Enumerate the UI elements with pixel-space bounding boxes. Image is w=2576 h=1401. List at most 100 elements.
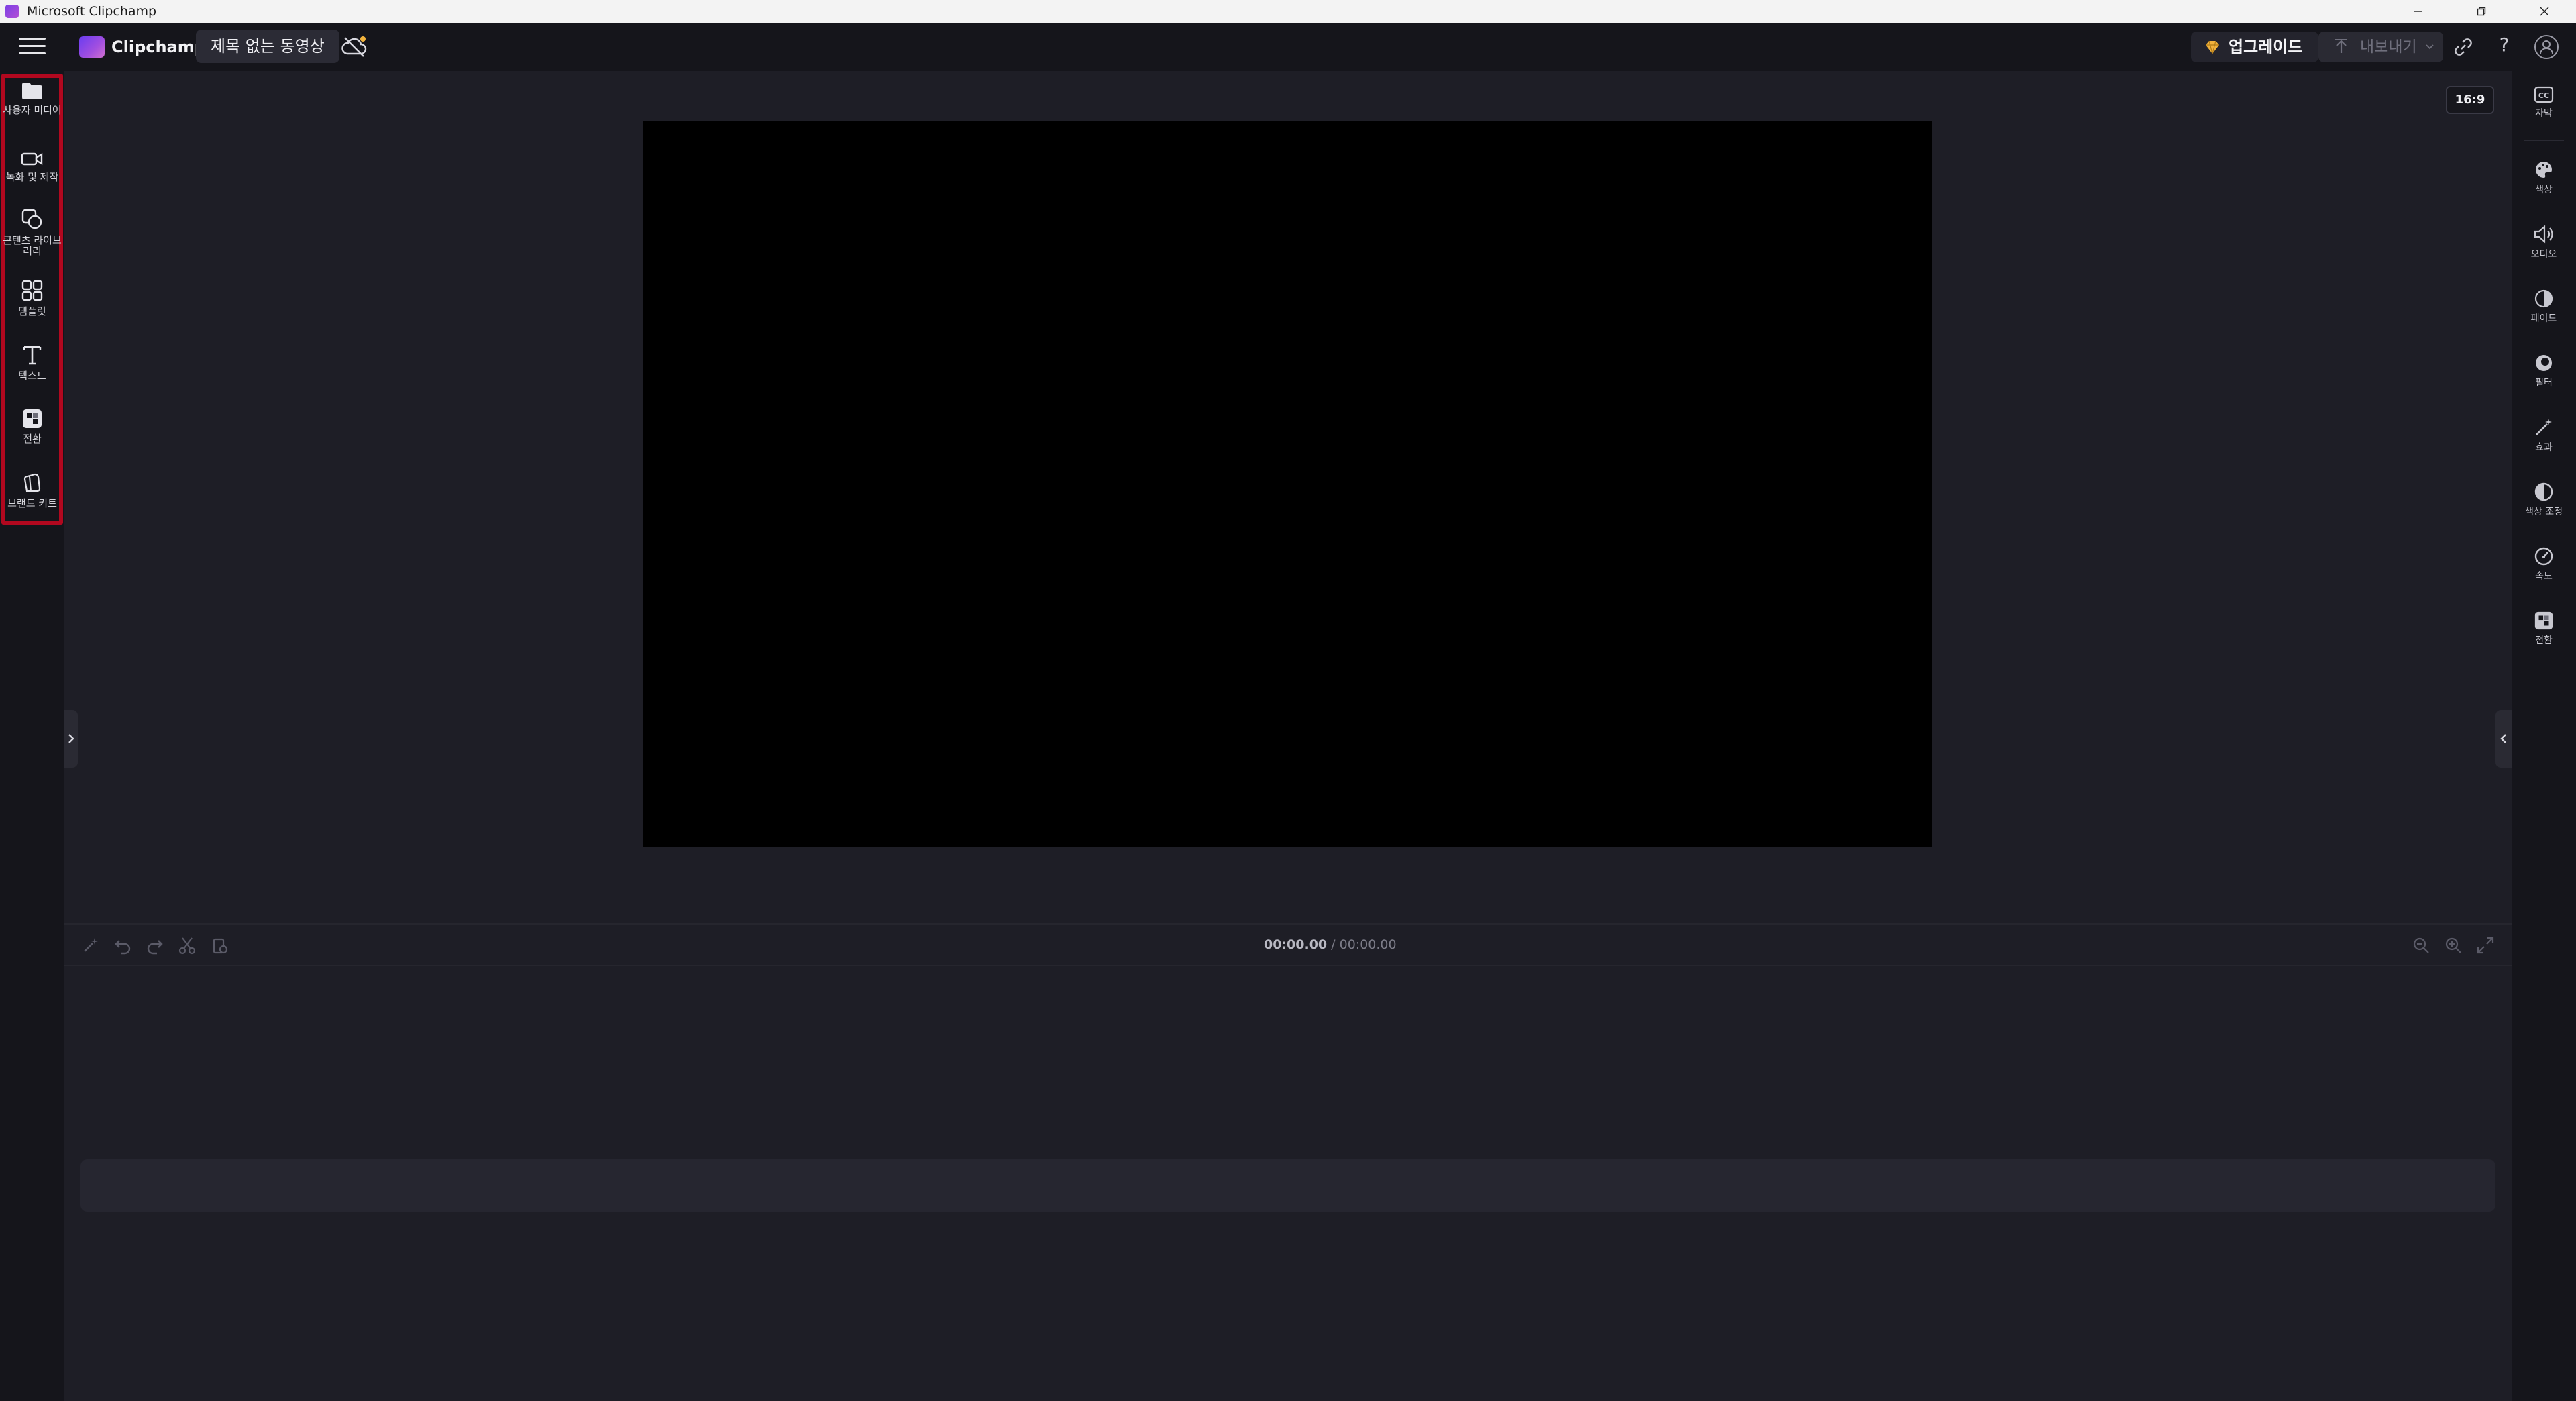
- toolbar-item-record[interactable]: 녹화 및 제작: [0, 150, 64, 183]
- timecode-display: 00:00.00 / 00:00.00: [1264, 937, 1397, 952]
- current-time: 00:00.00: [1264, 937, 1328, 952]
- transition-icon: [23, 409, 42, 428]
- video-camera-icon: [21, 152, 43, 166]
- templates-grid-icon: [21, 280, 43, 301]
- property-item-filters[interactable]: 필터: [2512, 353, 2576, 389]
- minimize-button[interactable]: [2387, 0, 2450, 23]
- filter-icon: [2536, 355, 2552, 371]
- cloud-sync-off-icon[interactable]: [341, 35, 368, 59]
- window-controls: [2387, 0, 2576, 23]
- toolbar-item-media[interactable]: 사용자 미디어: [0, 81, 64, 115]
- cc-icon: CC: [2534, 86, 2554, 103]
- toolbar-item-label: 템플릿: [18, 305, 46, 317]
- property-item-effects[interactable]: 효과: [2512, 417, 2576, 454]
- toolbar-item-library[interactable]: 콘텐츠 라이브러리: [0, 208, 64, 256]
- clipchamp-app-icon: [5, 5, 19, 18]
- property-item-label: 오디오: [2530, 249, 2557, 260]
- account-avatar-icon[interactable]: [2534, 35, 2559, 59]
- contrast-icon: [2534, 482, 2553, 501]
- property-item-color[interactable]: 색상: [2512, 160, 2576, 196]
- preview-area: 16:9: [64, 71, 2512, 923]
- speaker-icon: [2534, 225, 2553, 244]
- app-top-bar: Clipchamp 제목 없는 동영상 업그레이드 내보내기 ?: [0, 23, 2576, 71]
- property-item-label: 색상: [2535, 185, 2553, 195]
- property-item-label: 색상 조정: [2525, 507, 2563, 517]
- scissors-split-icon[interactable]: [177, 935, 197, 955]
- timeline-panel: 00:00.00 / 00:00.00: [64, 923, 2512, 1401]
- palette-icon: [2536, 162, 2552, 178]
- property-item-label: 페이드: [2530, 313, 2557, 324]
- close-icon: [2540, 7, 2549, 16]
- diamond-gem-icon: [2206, 40, 2219, 54]
- fit-to-screen-icon[interactable]: [2475, 935, 2496, 955]
- transition-icon: [2534, 611, 2553, 630]
- window-title: Microsoft Clipchamp: [27, 4, 157, 19]
- time-separator: /: [1327, 937, 1340, 952]
- clipchamp-logo-icon: [79, 36, 105, 58]
- zoom-out-icon[interactable]: [2411, 935, 2431, 955]
- expand-right-panel-button[interactable]: [2496, 710, 2512, 768]
- property-item-label: 필터: [2535, 378, 2553, 388]
- toolbar-item-brandkit[interactable]: 브랜드 키트: [0, 472, 64, 509]
- toolbar-item-templates[interactable]: 템플릿: [0, 279, 64, 317]
- text-t-icon: [23, 346, 42, 365]
- right-toolbar: CC 자막 색상 오디오 페이드 필터 효과 색상 조정 속도 전환: [2512, 71, 2576, 1401]
- toolbar-item-label: 녹화 및 제작: [5, 171, 59, 183]
- fade-icon: [2534, 289, 2553, 308]
- magic-edit-icon[interactable]: [80, 935, 101, 955]
- property-item-fade[interactable]: 페이드: [2512, 289, 2576, 325]
- property-item-captions[interactable]: CC 자막: [2512, 86, 2576, 119]
- folder-icon: [22, 83, 42, 99]
- close-button[interactable]: [2513, 0, 2576, 23]
- total-time: 00:00.00: [1339, 937, 1397, 952]
- property-item-adjust-colors[interactable]: 색상 조정: [2512, 482, 2576, 518]
- toolbar-item-label: 콘텐츠 라이브러리: [3, 234, 62, 257]
- upgrade-label: 업그레이드: [2229, 38, 2303, 56]
- property-item-transition[interactable]: 전환: [2512, 611, 2576, 647]
- toolbar-item-label: 텍스트: [18, 370, 46, 382]
- export-label: 내보내기: [2360, 38, 2417, 56]
- svg-text:CC: CC: [2538, 91, 2549, 100]
- toolbar-divider: [2524, 140, 2564, 141]
- toolbar-item-text[interactable]: 텍스트: [0, 344, 64, 381]
- toolbar-item-transitions[interactable]: 전환: [0, 408, 64, 444]
- magic-wand-icon: [2536, 419, 2552, 435]
- property-item-speed[interactable]: 속도: [2512, 546, 2576, 582]
- upload-arrow-icon: [2335, 39, 2347, 53]
- upgrade-button[interactable]: 업그레이드: [2191, 32, 2319, 62]
- share-link-icon[interactable]: [2453, 36, 2474, 58]
- property-item-label: 속도: [2535, 571, 2553, 582]
- speedometer-icon: [2534, 547, 2553, 566]
- redo-icon[interactable]: [145, 935, 165, 955]
- property-item-audio[interactable]: 오디오: [2512, 224, 2576, 260]
- menu-hamburger-icon[interactable]: [19, 38, 46, 56]
- project-title-field[interactable]: 제목 없는 동영상: [196, 30, 339, 63]
- chevron-right-icon: [68, 734, 74, 743]
- restore-icon: [2477, 7, 2486, 16]
- property-item-label: 전환: [2535, 635, 2553, 646]
- timeline-toolbar: 00:00.00 / 00:00.00: [64, 925, 2512, 966]
- property-item-label: 자막: [2535, 108, 2553, 119]
- chevron-down-icon: [2426, 44, 2434, 50]
- expand-left-panel-button[interactable]: [64, 710, 78, 768]
- toolbar-item-label: 전환: [23, 433, 42, 445]
- restore-button[interactable]: [2450, 0, 2513, 23]
- video-preview-canvas[interactable]: [643, 121, 1932, 847]
- property-item-label: 효과: [2535, 442, 2553, 453]
- brand-name: Clipchamp: [111, 38, 206, 56]
- delete-icon[interactable]: [209, 935, 229, 955]
- minimize-icon: [2414, 11, 2422, 12]
- chevron-left-icon: [2500, 734, 2506, 743]
- toolbar-item-label: 사용자 미디어: [3, 104, 62, 116]
- os-title-bar: Microsoft Clipchamp: [0, 0, 2576, 23]
- aspect-ratio-button[interactable]: 16:9: [2446, 86, 2494, 114]
- undo-icon[interactable]: [113, 935, 133, 955]
- toolbar-item-label: 브랜드 키트: [7, 497, 57, 509]
- shapes-icon: [21, 209, 42, 229]
- timeline-empty-track[interactable]: [80, 1159, 2496, 1212]
- help-icon[interactable]: ?: [2494, 34, 2514, 60]
- brand-kit-icon: [23, 473, 41, 492]
- export-button[interactable]: 내보내기: [2318, 32, 2443, 62]
- left-toolbar: 사용자 미디어 녹화 및 제작 콘텐츠 라이브러리 템플릿 텍스트 전환 브랜드…: [0, 71, 64, 1401]
- zoom-in-icon[interactable]: [2443, 935, 2463, 955]
